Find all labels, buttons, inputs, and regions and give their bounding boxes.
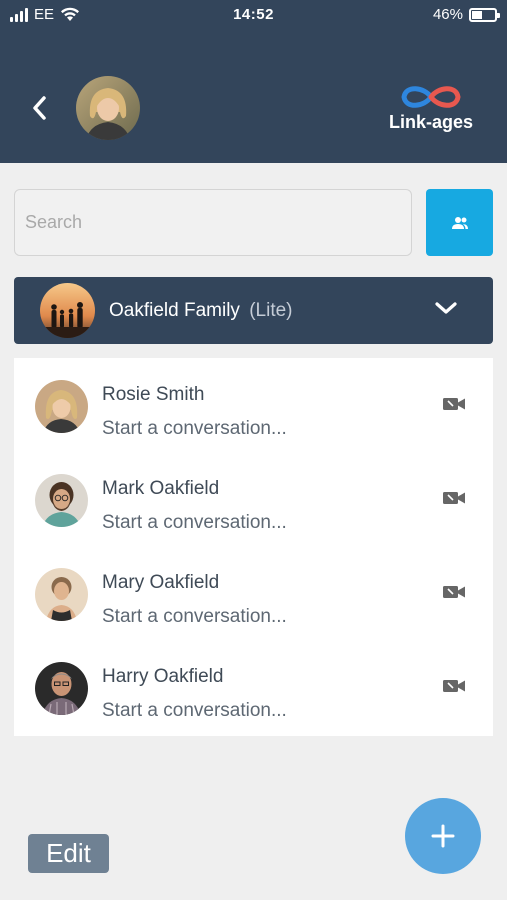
status-time: 14:52 bbox=[233, 6, 274, 23]
contact-list: Rosie Smith Start a conversation... Mark… bbox=[14, 358, 493, 736]
battery-percent: 46% bbox=[432, 6, 463, 23]
group-name-label: Oakfield Family bbox=[109, 300, 240, 321]
group-tier-label: (Lite) bbox=[249, 300, 293, 321]
video-camera-icon bbox=[443, 680, 465, 692]
group-name: Oakfield Family (Lite) bbox=[109, 300, 293, 322]
infinity-logo-icon bbox=[401, 86, 461, 108]
link-ages-logo: Link-ages bbox=[380, 82, 482, 138]
status-bar: EE 14:52 46% bbox=[0, 0, 507, 30]
battery-icon bbox=[469, 7, 500, 22]
chevron-left-icon bbox=[33, 96, 46, 120]
video-call-button[interactable] bbox=[441, 488, 467, 508]
avatar bbox=[35, 568, 88, 621]
battery-level-fill bbox=[472, 10, 482, 19]
group-selector[interactable]: Oakfield Family (Lite) bbox=[14, 277, 493, 344]
back-button[interactable] bbox=[24, 90, 54, 126]
contacts-button[interactable] bbox=[426, 189, 493, 256]
avatar bbox=[35, 662, 88, 715]
video-call-button[interactable] bbox=[441, 582, 467, 602]
video-camera-icon bbox=[443, 398, 465, 410]
contact-name: Rosie Smith bbox=[102, 384, 205, 405]
contact-name: Mary Oakfield bbox=[102, 572, 220, 593]
list-item[interactable]: Harry Oakfield Start a conversation... bbox=[14, 640, 493, 734]
add-button[interactable] bbox=[405, 798, 481, 874]
logo-text: Link-ages bbox=[388, 112, 474, 132]
app-header: EE 14:52 46% Link-ages bbox=[0, 0, 507, 163]
status-bar-right: 46% bbox=[432, 6, 500, 23]
contact-name: Harry Oakfield bbox=[102, 666, 224, 687]
search-input[interactable] bbox=[14, 189, 412, 256]
chevron-down-icon bbox=[435, 302, 457, 314]
video-camera-icon bbox=[443, 492, 465, 504]
video-call-button[interactable] bbox=[441, 676, 467, 696]
people-icon bbox=[451, 216, 468, 229]
edit-button[interactable]: Edit bbox=[28, 834, 109, 873]
rosie-photo bbox=[35, 380, 88, 433]
plus-icon bbox=[431, 824, 455, 848]
contact-subtitle: Start a conversation... bbox=[102, 418, 287, 439]
harry-photo bbox=[35, 662, 88, 715]
group-avatar bbox=[40, 283, 95, 338]
list-item[interactable]: Mark Oakfield Start a conversation... bbox=[14, 452, 493, 546]
video-camera-icon bbox=[443, 586, 465, 598]
mark-photo bbox=[35, 474, 88, 527]
video-call-button[interactable] bbox=[441, 394, 467, 414]
mary-photo bbox=[35, 568, 88, 621]
avatar bbox=[35, 474, 88, 527]
avatar bbox=[35, 380, 88, 433]
group-photo bbox=[40, 283, 95, 338]
profile-avatar[interactable] bbox=[76, 76, 140, 140]
contact-subtitle: Start a conversation... bbox=[102, 606, 287, 627]
list-item[interactable]: Rosie Smith Start a conversation... bbox=[14, 358, 493, 452]
list-item[interactable]: Mary Oakfield Start a conversation... bbox=[14, 546, 493, 640]
contact-subtitle: Start a conversation... bbox=[102, 512, 287, 533]
profile-photo bbox=[76, 76, 140, 140]
contact-name: Mark Oakfield bbox=[102, 478, 220, 499]
contact-subtitle: Start a conversation... bbox=[102, 700, 287, 721]
